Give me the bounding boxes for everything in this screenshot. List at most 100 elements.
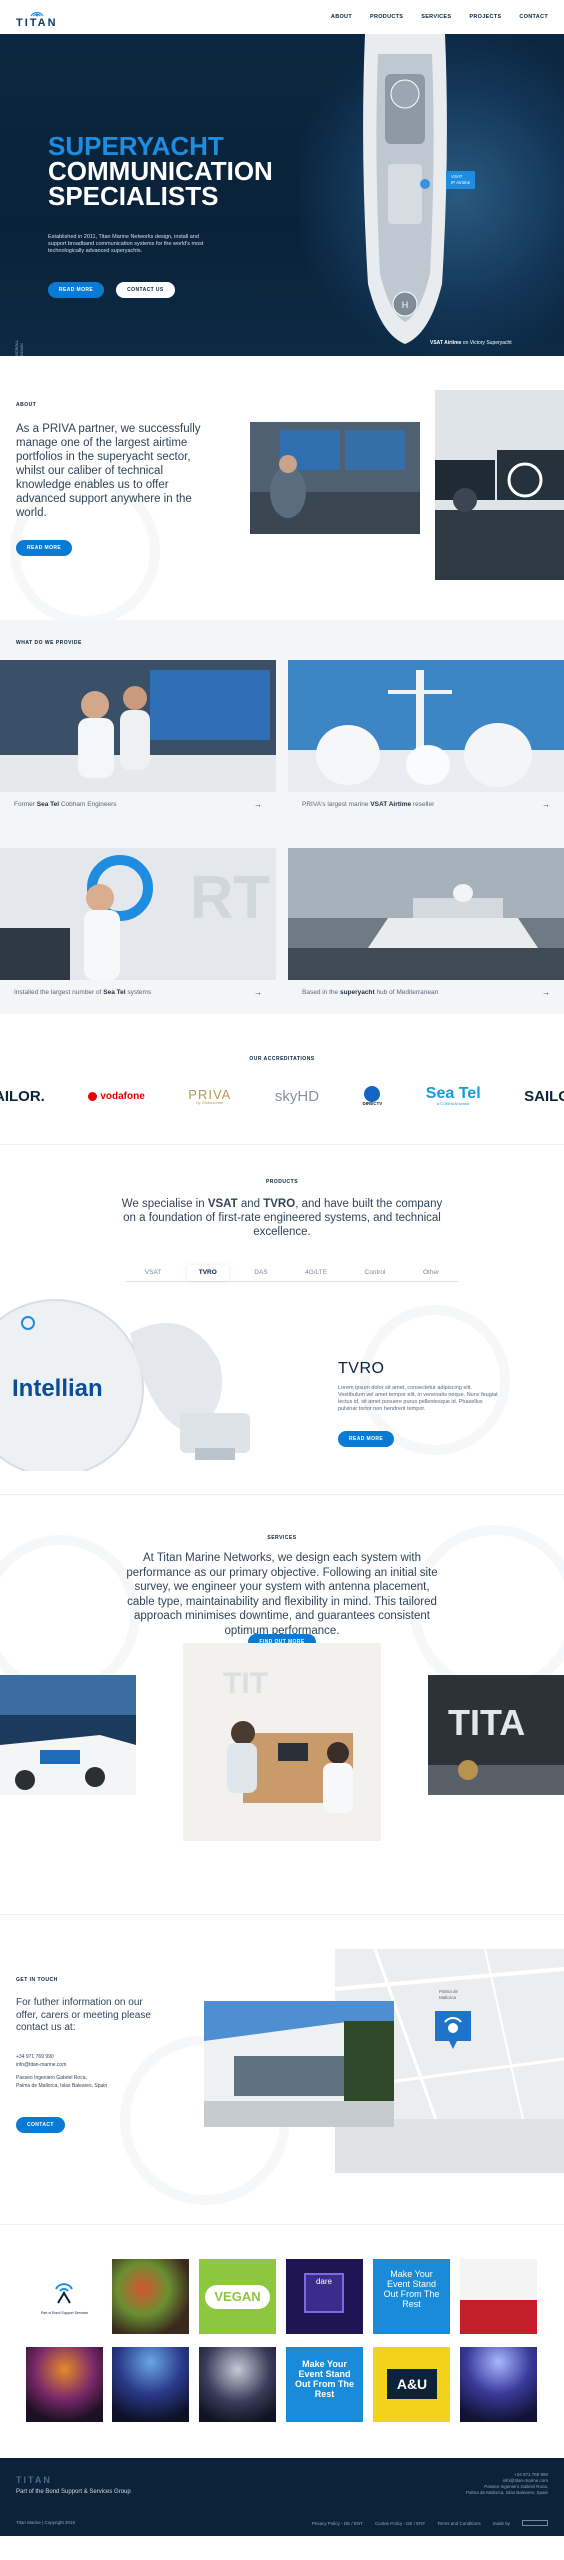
about-text: As a PRIVA partner, we successfully mana… [16,423,201,519]
provide-card[interactable]: PRIVA's largest marine VSAT Airtime rese… [288,660,564,809]
tab-control[interactable]: Control [353,1265,398,1281]
provide-card[interactable]: Based in the superyacht hub of Mediterra… [288,848,564,997]
contact-address-line1: Passeo Ingeniero Gabriel Roca, [16,2075,87,2081]
arrow-right-icon[interactable]: → [254,988,262,997]
read-more-button[interactable]: READ MORE [48,282,105,298]
food-tile[interactable] [112,2259,189,2334]
contact-us-button[interactable]: CONTACT US [116,282,175,298]
contact-phone[interactable]: +34 971 769 990 [16,2054,107,2062]
red-carpet-tile[interactable] [460,2259,537,2334]
bond-logo-tile: Part of Bond Support Services [26,2259,103,2334]
bond-logo-caption: Part of Bond Support Services [40,2311,89,2315]
skyhd-logo: skyHD [274,1087,320,1105]
footer-group-text: Part of the Bond Support & Services Grou… [16,2489,131,2495]
tab-vsat[interactable]: VSAT [133,1265,174,1281]
products-section: PRODUCTS We specialise in VSAT and TVRO,… [0,1144,564,1494]
map-place-label: Palma de Mallorca [439,1989,458,2001]
tab-4g-lte[interactable]: 4G/LTE [293,1265,339,1281]
site-footer: TITAN Part of the Bond Support & Service… [0,2458,564,2536]
services-text: At Titan Marine Networks, we design each… [126,1552,438,1637]
intellian-antenna-image: Intellian [0,1293,285,1471]
marina-yacht-image [288,848,564,980]
services-section: SERVICES At Titan Marine Networks, we de… [0,1494,564,1914]
logo-text: TITAN [16,16,58,29]
nav-products[interactable]: PRODUCTS [370,14,403,20]
crowd-tile[interactable] [199,2347,276,2422]
scroll-down-indicator[interactable]: SCROLL DOWN [14,334,24,356]
contact-section: GET IN TOUCH For futher information on o… [0,1914,564,2224]
hero-buttons: READ MORE CONTACT US [48,282,175,298]
workshop-team-image: TIT [183,1643,381,1841]
contact-email[interactable]: info@titan-marine.com [16,2062,107,2070]
event-lights-tile[interactable] [460,2347,537,2422]
main-nav: ABOUT PRODUCTS SERVICES PROJECTS CONTACT [331,14,548,20]
map-pin-icon[interactable] [435,2011,471,2051]
agency-logo-icon[interactable] [522,2520,548,2526]
accreditations-section: OUR ACCREDITATIONS AILOR. vodafone PRIVA… [0,1014,564,1144]
map-label-line2: Mallorca [439,1995,457,2000]
provide-card[interactable]: Former Sea Tel Cobham Engineers → [0,660,276,809]
stand-out-tile-2[interactable]: Make Your Event Stand Out From The Rest [286,2347,363,2422]
caption-post: systems [125,989,152,996]
products-text-vsat: VSAT [207,1198,238,1210]
caption-bold: VSAT Airtime [370,801,412,808]
stand-out-label-2: Make Your Event Stand Out From The Rest [295,2359,354,2399]
dare-tile[interactable]: dare [286,2259,363,2334]
sailor-logo-partial-right: SAILO [524,1087,564,1105]
arrow-right-icon[interactable]: → [254,800,262,809]
footer-contact: +34 971 769 990 info@titan-marine.com Pa… [466,2472,548,2496]
priva-sub: by Globecomm [196,1099,224,1105]
hero-description: Established in 2011, Titan Marine Networ… [48,234,204,254]
made-by-label: made by [492,2520,510,2526]
superyacht-image: H [363,34,447,344]
nav-projects[interactable]: PROJECTS [469,14,501,20]
products-text-tvro: TVRO [263,1198,296,1210]
contact-button[interactable]: CONTACT [16,2117,65,2133]
tab-tvro[interactable]: TVRO [186,1265,229,1281]
directv-globe-icon [364,1086,381,1102]
vodafone-logo: vodafone [88,1091,145,1102]
tab-other[interactable]: Other [411,1265,451,1281]
caption-bold: superyacht [339,989,375,996]
arrow-right-icon[interactable]: → [542,800,550,809]
svg-text:TIT: TIT [223,1667,268,1700]
gallery-section: Part of Bond Support Services VEGAN dare… [0,2224,564,2458]
product-tabs: VSAT TVRO DAS 4G/LTE Control Other [126,1265,458,1282]
about-read-more-button[interactable]: READ MORE [16,540,73,556]
satellite-domes-image [288,660,564,792]
concert-tile[interactable] [26,2347,103,2422]
product-read-more-button[interactable]: READ MORE [338,1431,395,1447]
office-building-image [204,2001,394,2127]
footer-address-line2: Palma de Mallorca, Islas Baleares, Spain [465,2490,548,2495]
arrow-right-icon[interactable]: → [542,988,550,997]
products-text-pre: We specialise in [121,1198,208,1210]
provide-card[interactable]: RT Installed the largest number of Sea T… [0,848,276,997]
caption-post: Cobham Engineers [59,801,117,808]
stand-out-tile[interactable]: Make Your Event Stand Out From The Rest [373,2259,450,2334]
footer-logo[interactable]: TITAN [16,2470,52,2488]
contact-address-line2: Palma de Mallorca, Islas Baleares, Spain [16,2082,108,2089]
cookie-policy-link[interactable]: Cookie Policy - DE / ENT [375,2521,425,2526]
provide-caption: Based in the superyacht hub of Mediterra… [288,980,564,997]
stage-lights-tile[interactable] [112,2347,189,2422]
vodafone-mark-icon [88,1091,98,1101]
accreditation-logos: AILOR. vodafone PRIVA by Globecomm skyHD… [0,1086,564,1107]
nav-about[interactable]: ABOUT [331,14,352,20]
tab-das[interactable]: DAS [242,1265,279,1281]
au-tile[interactable]: A&U [373,2347,450,2422]
seatel-sub: a COBHAM brand [437,1101,470,1107]
provide-caption: PRIVA's largest marine VSAT Airtime rese… [288,792,564,809]
about-section: ABOUT As a PRIVA partner, we successfull… [0,356,564,620]
nav-services[interactable]: SERVICES [421,14,451,20]
privacy-policy-link[interactable]: Privacy Policy - DE / ENT [312,2521,363,2526]
nav-contact[interactable]: CONTACT [519,14,548,20]
vegan-tile[interactable]: VEGAN [199,2259,276,2334]
hero-section: H SUPERYACHT COMMUNICATION SPECIALISTS E… [0,34,564,356]
titan-logo[interactable]: TITAN [16,6,58,29]
products-text-mid: and [237,1198,264,1210]
priva-logo: PRIVA by Globecomm [188,1088,231,1105]
vsat-tag-line2: IP Airtime [451,180,471,185]
watermark-logo [0,1535,140,1695]
service-vehicles-image [0,1675,136,1795]
terms-link[interactable]: Terms and Conditions [437,2521,481,2526]
